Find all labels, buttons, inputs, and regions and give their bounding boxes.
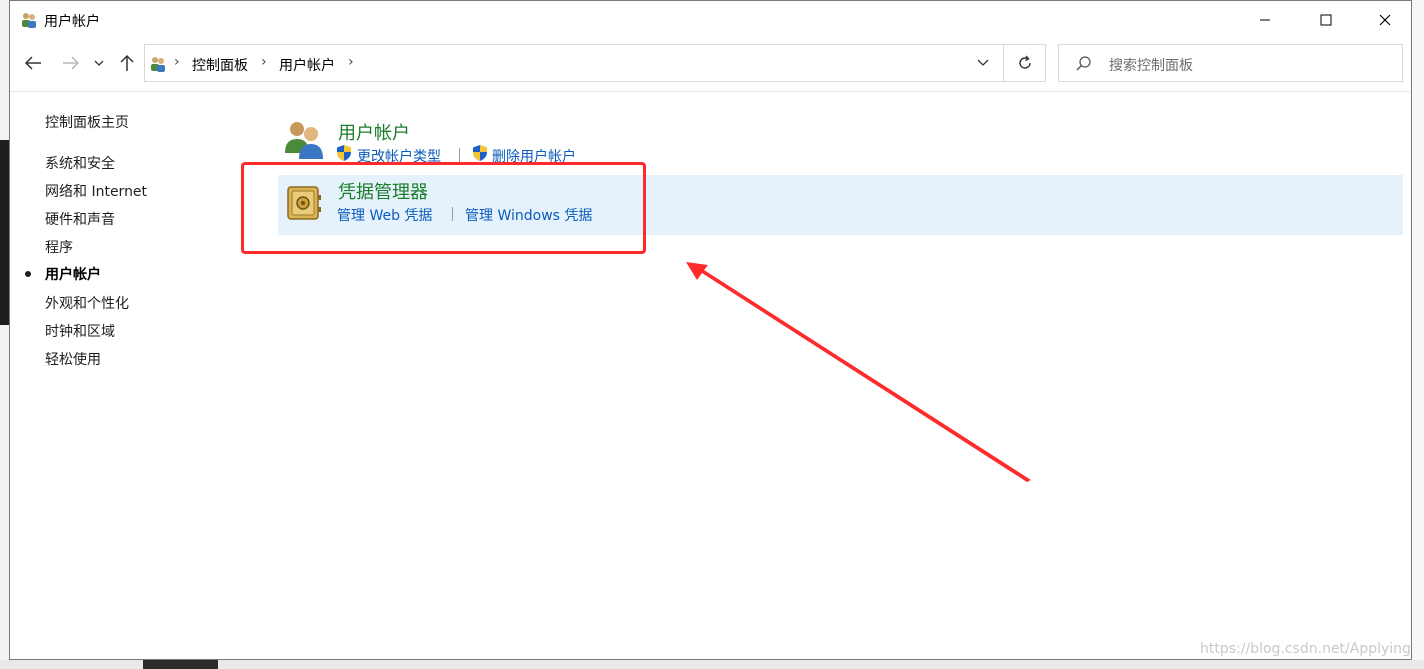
watermark: https://blog.csdn.net/Applying — [1200, 641, 1411, 657]
annotation-arrow-icon — [686, 262, 1031, 482]
